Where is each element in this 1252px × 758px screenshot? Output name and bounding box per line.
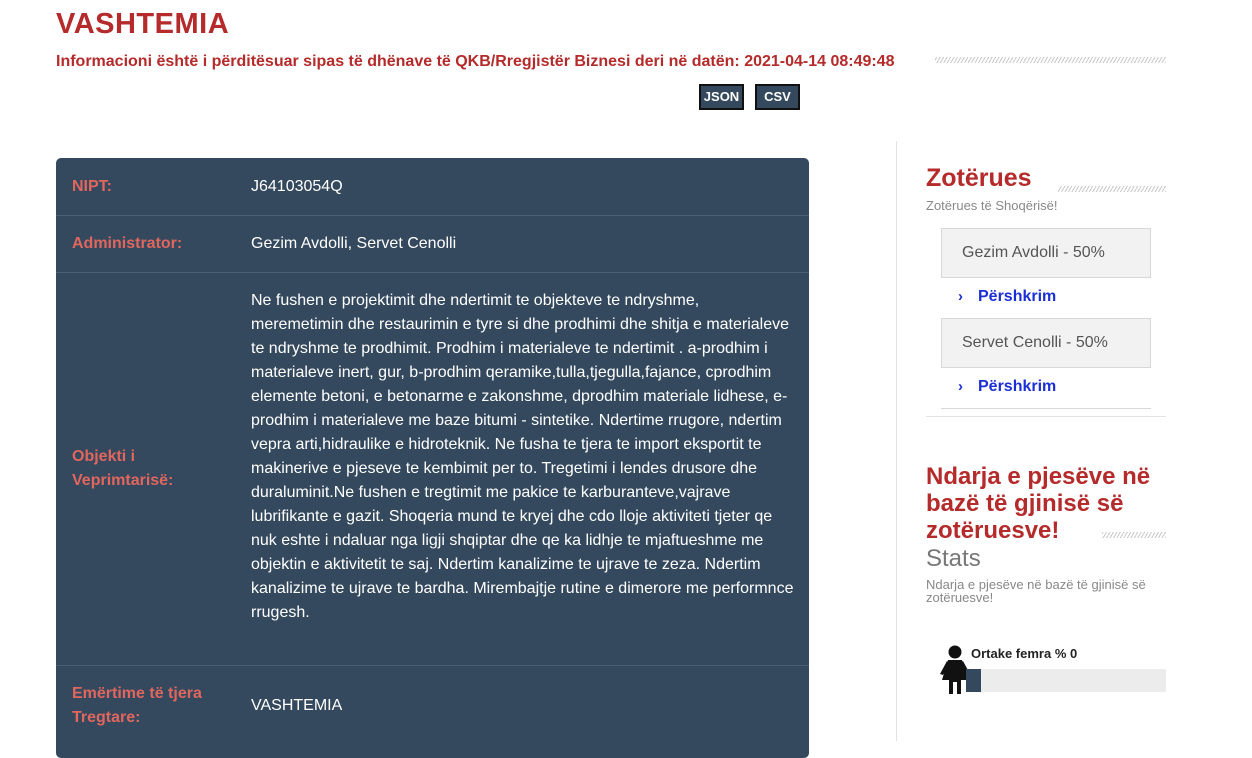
- company-info-card: NIPT: J64103054Q Administrator: Gezim Av…: [56, 158, 809, 758]
- administrator-label: Administrator:: [72, 235, 183, 252]
- owners-title-hatch: [1058, 186, 1166, 192]
- update-notice-row: Informacioni është i përditësuar sipas t…: [56, 53, 1166, 73]
- owners-subtitle: Zotërues të Shoqërisë!: [926, 198, 1058, 213]
- owner-card-servet: Servet Cenolli - 50%: [941, 318, 1151, 368]
- owners-list-end-line: [941, 408, 1151, 409]
- trade-names-label: Emërtime të tjera Tregtare:: [72, 685, 202, 726]
- chevron-right-icon: ›: [958, 378, 963, 395]
- stats-label: Stats: [926, 545, 981, 572]
- chevron-right-icon: ›: [958, 288, 963, 305]
- sidebar-divider: [896, 141, 897, 741]
- owner-description-label: Përshkrim: [978, 288, 1057, 305]
- json-download-button[interactable]: JSON: [699, 84, 744, 110]
- owner-description-label: Përshkrim: [978, 378, 1057, 395]
- business-object-value: Ne fushen e projektimit dhe ndertimit te…: [251, 292, 794, 621]
- csv-download-button[interactable]: CSV: [755, 84, 800, 110]
- owner-description-link-servet[interactable]: › Përshkrim: [958, 378, 1056, 396]
- title-divider-hatch: [935, 57, 1166, 63]
- gender-stats-subtitle: Ndarja e pjesëve në bazë të gjinisë së z…: [926, 577, 1146, 605]
- owner-description-link-gezim[interactable]: › Përshkrim: [958, 288, 1056, 306]
- female-partners-bar: [966, 669, 1166, 692]
- nipt-value: J64103054Q: [251, 178, 343, 195]
- owners-section-divider: [926, 416, 1166, 417]
- trade-names-value: VASHTEMIA: [251, 697, 343, 714]
- info-row-nipt: NIPT: J64103054Q: [56, 158, 809, 216]
- info-row-trade-names: Emërtime të tjera Tregtare: VASHTEMIA: [56, 666, 809, 758]
- female-partners-label: Ortake femra % 0: [971, 646, 1078, 661]
- owner-card-gezim: Gezim Avdolli - 50%: [941, 228, 1151, 278]
- female-partners-bar-fill: [966, 669, 981, 692]
- company-title: VASHTEMIA: [56, 8, 230, 40]
- update-notice: Informacioni është i përditësuar sipas t…: [56, 53, 895, 70]
- nipt-label: NIPT:: [72, 178, 112, 195]
- info-row-administrator: Administrator: Gezim Avdolli, Servet Cen…: [56, 216, 809, 273]
- business-object-label: Objekti i Veprimtarisë:: [72, 448, 174, 489]
- administrator-value: Gezim Avdolli, Servet Cenolli: [251, 235, 457, 252]
- owners-title: Zotërues: [926, 164, 1032, 192]
- info-row-business-object: Objekti i Veprimtarisë: Ne fushen e proj…: [56, 273, 809, 666]
- stats-title-hatch: [1102, 532, 1166, 538]
